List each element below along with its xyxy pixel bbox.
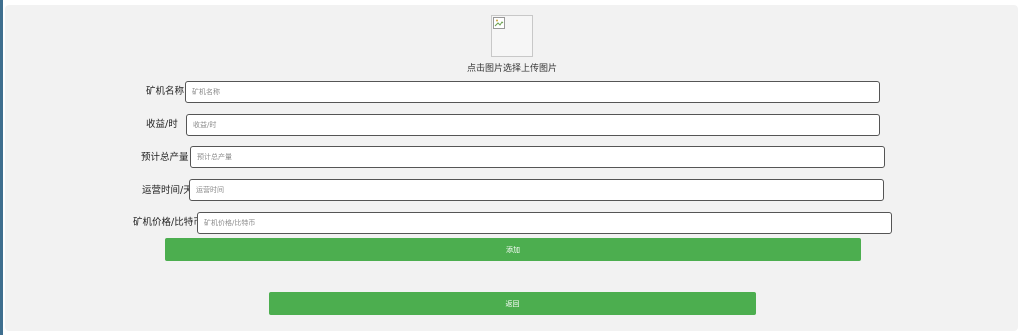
label-estimated-total-output: 预计总产量 [141,152,189,163]
estimated-total-output-input[interactable] [190,146,885,168]
label-income-per-hour: 收益/时 [146,119,178,130]
broken-image-icon [493,17,505,29]
label-miner-name: 矿机名称 [146,86,185,97]
miner-price-btc-input[interactable] [197,212,892,234]
income-per-hour-input[interactable] [186,114,880,136]
label-miner-price-btc: 矿机价格/比特币 [133,217,203,228]
add-button[interactable]: 添加 [165,238,861,261]
upload-caption: 点击图片选择上传图片 [466,64,557,74]
image-upload-preview[interactable] [491,15,533,57]
label-operation-days: 运营时间/天 [142,185,193,196]
miner-name-input[interactable] [185,81,880,103]
back-button[interactable]: 返回 [269,292,756,315]
window-left-edge [0,0,3,335]
operation-days-input[interactable] [189,179,884,201]
